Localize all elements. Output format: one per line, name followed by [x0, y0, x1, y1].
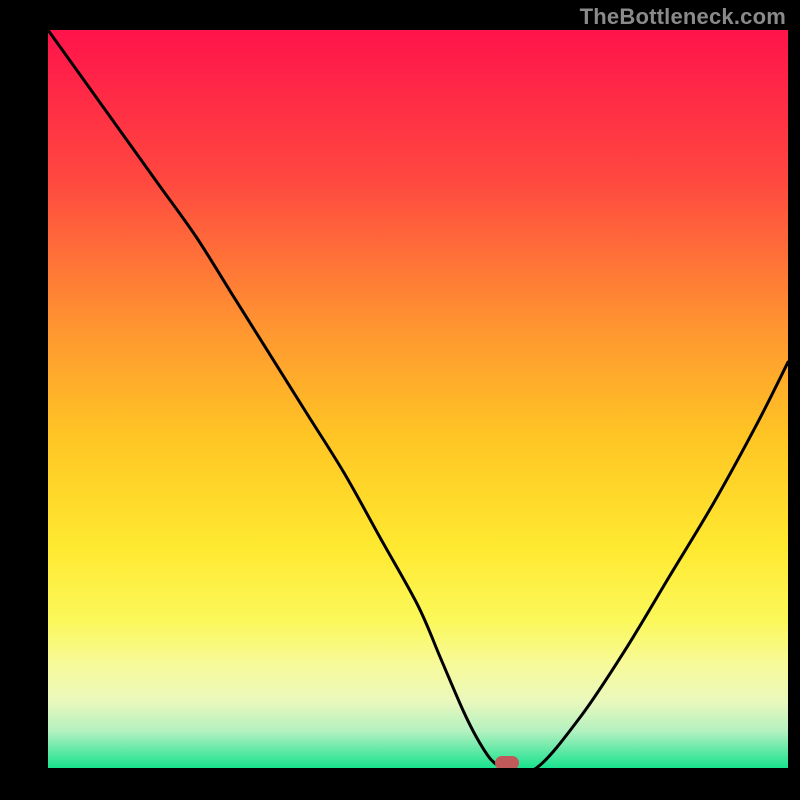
- plot-area: [48, 30, 788, 768]
- watermark-text: TheBottleneck.com: [580, 4, 786, 30]
- bottleneck-curve: [48, 30, 788, 768]
- minimum-marker: [495, 756, 519, 768]
- chart-frame: TheBottleneck.com: [0, 0, 800, 800]
